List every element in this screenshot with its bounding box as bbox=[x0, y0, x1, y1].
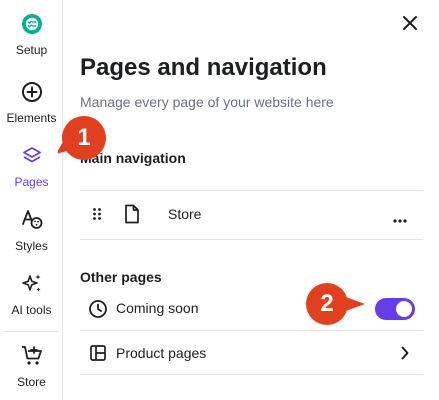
toggle-knob bbox=[396, 301, 412, 317]
sidebar-item-store[interactable]: Store bbox=[0, 344, 63, 400]
cart-plus-icon bbox=[20, 344, 44, 368]
other-page-label: Product pages bbox=[116, 345, 207, 361]
sidebar-item-label: AI tools bbox=[11, 303, 52, 317]
step-badge-1: 1 bbox=[58, 114, 106, 162]
chevron-right-icon bbox=[401, 346, 409, 360]
panel-subtitle: Manage every page of your website here bbox=[80, 94, 334, 110]
nav-item-label: Store bbox=[168, 206, 202, 222]
sidebar-item-setup[interactable]: Setup bbox=[0, 12, 63, 70]
step-badge-2: 2 bbox=[305, 282, 365, 330]
plus-circle-icon bbox=[20, 80, 44, 104]
close-icon bbox=[403, 16, 417, 30]
sidebar-divider bbox=[4, 331, 59, 332]
other-page-coming-soon[interactable]: Coming soon bbox=[80, 287, 423, 331]
other-page-product-pages[interactable]: Product pages bbox=[80, 331, 423, 375]
styles-palette-icon bbox=[20, 208, 44, 232]
sidebar-item-label: Elements bbox=[6, 111, 57, 125]
other-pages-heading: Other pages bbox=[80, 269, 162, 285]
layout-panel-icon bbox=[89, 344, 107, 362]
sidebar-item-styles[interactable]: Styles bbox=[0, 208, 63, 266]
clock-icon bbox=[88, 299, 108, 319]
setup-checklist-icon bbox=[20, 12, 44, 36]
sidebar-item-elements[interactable]: Elements bbox=[0, 80, 63, 138]
page-file-icon bbox=[124, 204, 140, 224]
step-badge-number: 1 bbox=[77, 124, 91, 151]
more-options-icon[interactable] bbox=[393, 211, 407, 223]
close-button[interactable] bbox=[399, 12, 421, 34]
sidebar-item-label: Store bbox=[17, 375, 46, 389]
other-page-label: Coming soon bbox=[116, 300, 199, 316]
sidebar-item-label: Styles bbox=[15, 239, 48, 253]
layers-icon bbox=[20, 144, 44, 168]
ai-sparkle-icon bbox=[20, 272, 44, 296]
sidebar-item-ai-tools[interactable]: AI tools bbox=[0, 272, 63, 330]
nav-item-store[interactable]: Store bbox=[80, 190, 423, 240]
coming-soon-toggle[interactable] bbox=[375, 298, 415, 320]
panel-title: Pages and navigation bbox=[80, 54, 327, 81]
drag-handle-icon[interactable] bbox=[92, 207, 102, 221]
step-badge-number: 2 bbox=[320, 290, 334, 317]
sidebar-item-label: Pages bbox=[14, 175, 49, 189]
sidebar-item-pages[interactable]: Pages bbox=[0, 144, 63, 202]
editor-sidebar: Setup Elements Pages Styles AI tools Sto… bbox=[0, 0, 63, 400]
sidebar-item-label: Setup bbox=[15, 43, 48, 57]
